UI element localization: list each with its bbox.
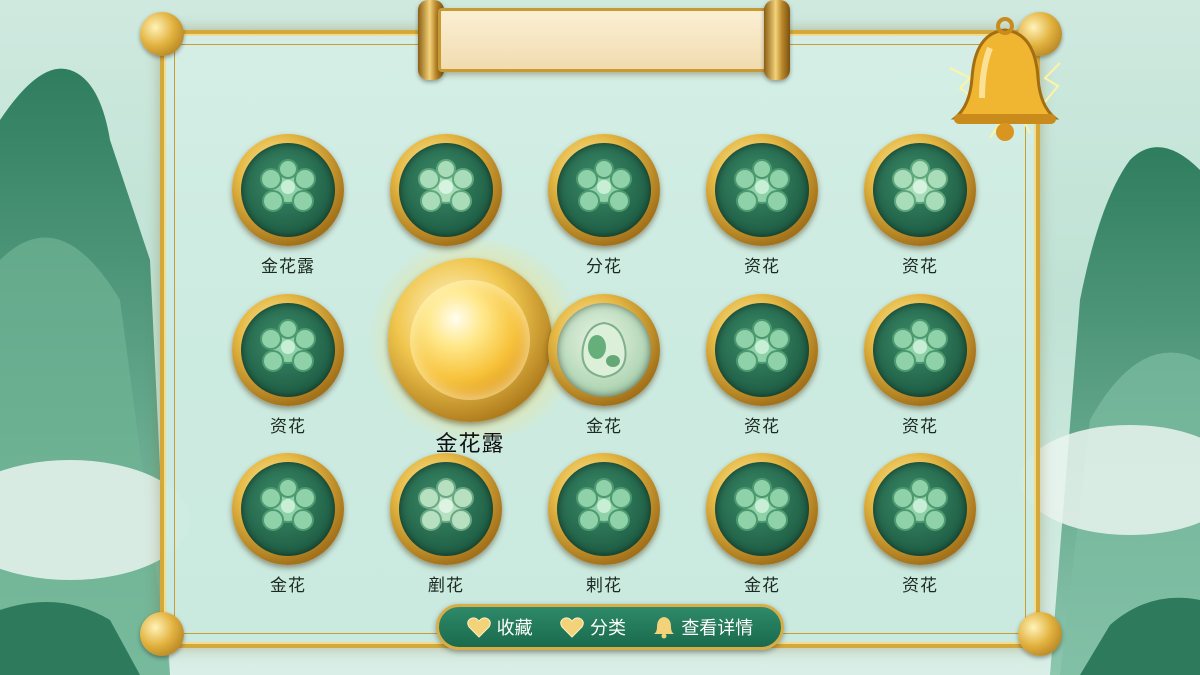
jade-medallion bbox=[232, 134, 344, 246]
collection-item[interactable]: 资花 bbox=[864, 453, 976, 596]
collection-item[interactable]: 资花 bbox=[864, 294, 976, 437]
item-label: 资花 bbox=[902, 417, 938, 437]
jade-flower-icon bbox=[892, 319, 948, 372]
bell-icon bbox=[654, 617, 675, 639]
scroll-rod-right bbox=[764, 0, 790, 80]
item-label: 资花 bbox=[270, 417, 306, 437]
jade-medallion bbox=[706, 134, 818, 246]
jade-medallion bbox=[548, 294, 660, 406]
jade-medallion bbox=[548, 453, 660, 565]
item-label: 资花 bbox=[902, 576, 938, 596]
jade-flower-icon bbox=[418, 478, 474, 531]
item-label: 金花 bbox=[744, 576, 780, 596]
collection-item[interactable]: 金花露 bbox=[232, 134, 344, 277]
featured-item[interactable]: 金花露 bbox=[388, 258, 552, 458]
corner-ornament-bottom-right bbox=[1018, 612, 1062, 656]
corner-ornament-bottom-left bbox=[140, 612, 184, 656]
bottom-toolbar: 收藏 分类 查看详情 bbox=[436, 604, 784, 650]
collection-item[interactable]: 金花 bbox=[706, 453, 818, 596]
heart-icon bbox=[466, 617, 491, 638]
jade-flower-icon bbox=[418, 159, 474, 212]
heart-icon bbox=[560, 617, 584, 638]
jade-medallion bbox=[706, 453, 818, 565]
item-label: 金花 bbox=[270, 576, 306, 596]
item-label: 金花 bbox=[586, 417, 622, 437]
collection-item[interactable]: 金花 bbox=[232, 453, 344, 596]
jade-medallion bbox=[864, 453, 976, 565]
jade-flower-icon bbox=[734, 159, 790, 212]
jade-medallion bbox=[232, 453, 344, 565]
jade-flower-icon bbox=[734, 319, 790, 372]
collection-item[interactable]: 资花 bbox=[706, 294, 818, 437]
details-label: 查看详情 bbox=[681, 618, 754, 639]
jade-flower-icon bbox=[260, 478, 316, 531]
collection-item[interactable]: 资花 bbox=[864, 134, 976, 277]
corner-ornament-top-left bbox=[140, 12, 184, 56]
jade-flower-icon bbox=[260, 159, 316, 212]
item-label: 剷花 bbox=[428, 576, 464, 596]
jade-flower-icon bbox=[892, 478, 948, 531]
item-label: 分花 bbox=[586, 257, 622, 277]
jade-medallion bbox=[390, 453, 502, 565]
item-label: 资花 bbox=[744, 417, 780, 437]
item-label: 资花 bbox=[902, 257, 938, 277]
jade-medallion bbox=[864, 134, 976, 246]
jade-flower-icon bbox=[260, 319, 316, 372]
item-label: 金花露 bbox=[261, 257, 315, 277]
collection-item[interactable]: 金花 bbox=[548, 294, 660, 437]
jade-medallion bbox=[706, 294, 818, 406]
golden-medallion bbox=[388, 258, 552, 422]
jade-medallion bbox=[390, 134, 502, 246]
favorite-label: 收藏 bbox=[496, 618, 533, 639]
collection-item[interactable]: 剷花 bbox=[390, 453, 502, 596]
collection-item[interactable]: 资花 bbox=[706, 134, 818, 277]
jade-medallion bbox=[864, 294, 976, 406]
jade-medallion bbox=[232, 294, 344, 406]
category-button[interactable]: 分类 bbox=[560, 614, 626, 640]
category-label: 分类 bbox=[589, 618, 626, 639]
collection-item[interactable]: 剌花 bbox=[548, 453, 660, 596]
item-label: 资花 bbox=[744, 257, 780, 277]
jade-pendant-icon bbox=[581, 321, 627, 379]
jade-flower-icon bbox=[576, 478, 632, 531]
golden-orb-icon bbox=[410, 280, 530, 400]
collection-item[interactable] bbox=[390, 134, 502, 252]
jade-flower-icon bbox=[734, 478, 790, 531]
title-scroll bbox=[408, 0, 800, 84]
favorite-button[interactable]: 收藏 bbox=[466, 614, 533, 640]
scroll-paper bbox=[438, 8, 770, 72]
jade-flower-icon bbox=[892, 159, 948, 212]
collection-item[interactable]: 分花 bbox=[548, 134, 660, 277]
item-label: 剌花 bbox=[586, 576, 622, 596]
collection-item[interactable]: 资花 bbox=[232, 294, 344, 437]
view-details-button[interactable]: 查看详情 bbox=[653, 614, 753, 640]
jade-medallion bbox=[548, 134, 660, 246]
jade-flower-icon bbox=[576, 159, 632, 212]
